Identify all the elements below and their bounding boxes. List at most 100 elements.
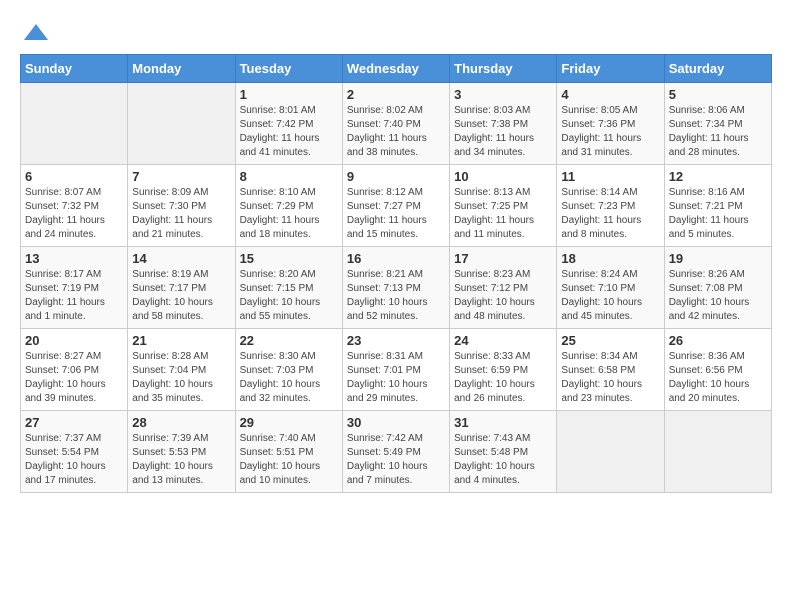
column-header-thursday: Thursday	[450, 55, 557, 83]
column-header-friday: Friday	[557, 55, 664, 83]
calendar-cell: 30 Sunrise: 7:42 AMSunset: 5:49 PMDayligh…	[342, 411, 449, 493]
calendar-cell: 13 Sunrise: 8:17 AMSunset: 7:19 PMDayligh…	[21, 247, 128, 329]
day-info: Sunrise: 7:42 AMSunset: 5:49 PMDaylight:…	[347, 432, 445, 488]
calendar-cell: 1 Sunrise: 8:01 AMSunset: 7:42 PMDaylight…	[235, 83, 342, 165]
calendar-week-2: 6Sunrise: 8:07 AMSunset: 7:32 PMDaylight…	[21, 165, 772, 247]
day-info: Sunrise: 8:30 AMSunset: 7:03 PMDaylight:…	[240, 350, 338, 406]
day-number: 3	[454, 87, 552, 102]
calendar-cell: 7Sunrise: 8:09 AMSunset: 7:30 PMDaylight…	[128, 165, 235, 247]
day-info: Sunrise: 8:13 AMSunset: 7:25 PMDaylight:…	[454, 186, 552, 242]
calendar-cell: 17Sunrise: 8:23 AMSunset: 7:12 PMDayligh…	[450, 247, 557, 329]
day-number: 5	[669, 87, 767, 102]
day-number: 31	[454, 415, 552, 430]
calendar-cell: 14Sunrise: 8:19 AMSunset: 7:17 PMDayligh…	[128, 247, 235, 329]
day-info: Sunrise: 8:14 AMSunset: 7:23 PMDaylight:…	[561, 186, 659, 242]
day-number: 11	[561, 169, 659, 184]
day-number: 16	[347, 251, 445, 266]
calendar-week-5: 27 Sunrise: 7:37 AMSunset: 5:54 PMDayligh…	[21, 411, 772, 493]
calendar-cell: 24 Sunrise: 8:33 AMSunset: 6:59 PMDayligh…	[450, 329, 557, 411]
calendar-cell: 5 Sunrise: 8:06 AMSunset: 7:34 PMDaylight…	[664, 83, 771, 165]
page-header	[20, 20, 772, 44]
calendar-cell: 3 Sunrise: 8:03 AMSunset: 7:38 PMDaylight…	[450, 83, 557, 165]
day-info: Sunrise: 8:16 AMSunset: 7:21 PMDaylight:…	[669, 186, 767, 242]
logo-icon	[22, 22, 50, 44]
day-number: 7	[132, 169, 230, 184]
calendar-cell	[557, 411, 664, 493]
day-info: Sunrise: 8:03 AMSunset: 7:38 PMDaylight:…	[454, 104, 552, 160]
day-number: 18	[561, 251, 659, 266]
day-number: 20	[25, 333, 123, 348]
day-info: Sunrise: 7:40 AMSunset: 5:51 PMDaylight:…	[240, 432, 338, 488]
calendar-cell: 8 Sunrise: 8:10 AMSunset: 7:29 PMDaylight…	[235, 165, 342, 247]
calendar-cell: 15Sunrise: 8:20 AMSunset: 7:15 PMDayligh…	[235, 247, 342, 329]
calendar-week-3: 13 Sunrise: 8:17 AMSunset: 7:19 PMDayligh…	[21, 247, 772, 329]
calendar-cell: 2 Sunrise: 8:02 AMSunset: 7:40 PMDaylight…	[342, 83, 449, 165]
calendar-cell: 20 Sunrise: 8:27 AMSunset: 7:06 PMDayligh…	[21, 329, 128, 411]
day-info: Sunrise: 8:12 AMSunset: 7:27 PMDaylight:…	[347, 186, 445, 242]
day-info: Sunrise: 8:27 AMSunset: 7:06 PMDaylight:…	[25, 350, 123, 406]
calendar-cell: 11 Sunrise: 8:14 AMSunset: 7:23 PMDayligh…	[557, 165, 664, 247]
day-number: 25	[561, 333, 659, 348]
calendar-cell: 31 Sunrise: 7:43 AMSunset: 5:48 PMDayligh…	[450, 411, 557, 493]
day-number: 21	[132, 333, 230, 348]
calendar-cell: 27 Sunrise: 7:37 AMSunset: 5:54 PMDayligh…	[21, 411, 128, 493]
calendar-cell: 10 Sunrise: 8:13 AMSunset: 7:25 PMDayligh…	[450, 165, 557, 247]
day-info: Sunrise: 7:37 AMSunset: 5:54 PMDaylight:…	[25, 432, 123, 488]
day-number: 8	[240, 169, 338, 184]
day-info: Sunrise: 8:36 AMSunset: 6:56 PMDaylight:…	[669, 350, 767, 406]
day-info: Sunrise: 8:02 AMSunset: 7:40 PMDaylight:…	[347, 104, 445, 160]
day-info: Sunrise: 8:10 AMSunset: 7:29 PMDaylight:…	[240, 186, 338, 242]
calendar-header-row: SundayMondayTuesdayWednesdayThursdayFrid…	[21, 55, 772, 83]
day-info: Sunrise: 8:21 AMSunset: 7:13 PMDaylight:…	[347, 268, 445, 324]
day-info: Sunrise: 8:06 AMSunset: 7:34 PMDaylight:…	[669, 104, 767, 160]
day-number: 26	[669, 333, 767, 348]
day-info: Sunrise: 8:24 AMSunset: 7:10 PMDaylight:…	[561, 268, 659, 324]
calendar-cell: 23 Sunrise: 8:31 AMSunset: 7:01 PMDayligh…	[342, 329, 449, 411]
day-number: 2	[347, 87, 445, 102]
day-info: Sunrise: 8:17 AMSunset: 7:19 PMDaylight:…	[25, 268, 123, 324]
calendar-table: SundayMondayTuesdayWednesdayThursdayFrid…	[20, 54, 772, 493]
day-number: 29	[240, 415, 338, 430]
day-info: Sunrise: 8:28 AMSunset: 7:04 PMDaylight:…	[132, 350, 230, 406]
day-number: 23	[347, 333, 445, 348]
day-number: 4	[561, 87, 659, 102]
day-number: 28	[132, 415, 230, 430]
column-header-saturday: Saturday	[664, 55, 771, 83]
day-info: Sunrise: 8:33 AMSunset: 6:59 PMDaylight:…	[454, 350, 552, 406]
day-number: 15	[240, 251, 338, 266]
calendar-cell: 29 Sunrise: 7:40 AMSunset: 5:51 PMDayligh…	[235, 411, 342, 493]
day-number: 12	[669, 169, 767, 184]
calendar-cell: 19Sunrise: 8:26 AMSunset: 7:08 PMDayligh…	[664, 247, 771, 329]
column-header-wednesday: Wednesday	[342, 55, 449, 83]
calendar-cell: 28 Sunrise: 7:39 AMSunset: 5:53 PMDayligh…	[128, 411, 235, 493]
calendar-cell: 9Sunrise: 8:12 AMSunset: 7:27 PMDaylight…	[342, 165, 449, 247]
calendar-cell: 25 Sunrise: 8:34 AMSunset: 6:58 PMDayligh…	[557, 329, 664, 411]
calendar-week-4: 20 Sunrise: 8:27 AMSunset: 7:06 PMDayligh…	[21, 329, 772, 411]
day-number: 6	[25, 169, 123, 184]
day-number: 10	[454, 169, 552, 184]
day-number: 14	[132, 251, 230, 266]
calendar-cell: 26 Sunrise: 8:36 AMSunset: 6:56 PMDayligh…	[664, 329, 771, 411]
column-header-tuesday: Tuesday	[235, 55, 342, 83]
day-number: 30	[347, 415, 445, 430]
day-info: Sunrise: 8:05 AMSunset: 7:36 PMDaylight:…	[561, 104, 659, 160]
day-number: 17	[454, 251, 552, 266]
column-header-monday: Monday	[128, 55, 235, 83]
calendar-cell	[21, 83, 128, 165]
calendar-cell: 16 Sunrise: 8:21 AMSunset: 7:13 PMDayligh…	[342, 247, 449, 329]
day-number: 13	[25, 251, 123, 266]
day-info: Sunrise: 8:31 AMSunset: 7:01 PMDaylight:…	[347, 350, 445, 406]
column-header-sunday: Sunday	[21, 55, 128, 83]
day-info: Sunrise: 8:01 AMSunset: 7:42 PMDaylight:…	[240, 104, 338, 160]
calendar-cell: 4 Sunrise: 8:05 AMSunset: 7:36 PMDaylight…	[557, 83, 664, 165]
calendar-cell	[664, 411, 771, 493]
day-info: Sunrise: 7:39 AMSunset: 5:53 PMDaylight:…	[132, 432, 230, 488]
day-number: 27	[25, 415, 123, 430]
day-number: 1	[240, 87, 338, 102]
calendar-cell: 22Sunrise: 8:30 AMSunset: 7:03 PMDayligh…	[235, 329, 342, 411]
day-info: Sunrise: 7:43 AMSunset: 5:48 PMDaylight:…	[454, 432, 552, 488]
day-number: 24	[454, 333, 552, 348]
day-number: 19	[669, 251, 767, 266]
day-info: Sunrise: 8:34 AMSunset: 6:58 PMDaylight:…	[561, 350, 659, 406]
logo	[20, 20, 50, 44]
